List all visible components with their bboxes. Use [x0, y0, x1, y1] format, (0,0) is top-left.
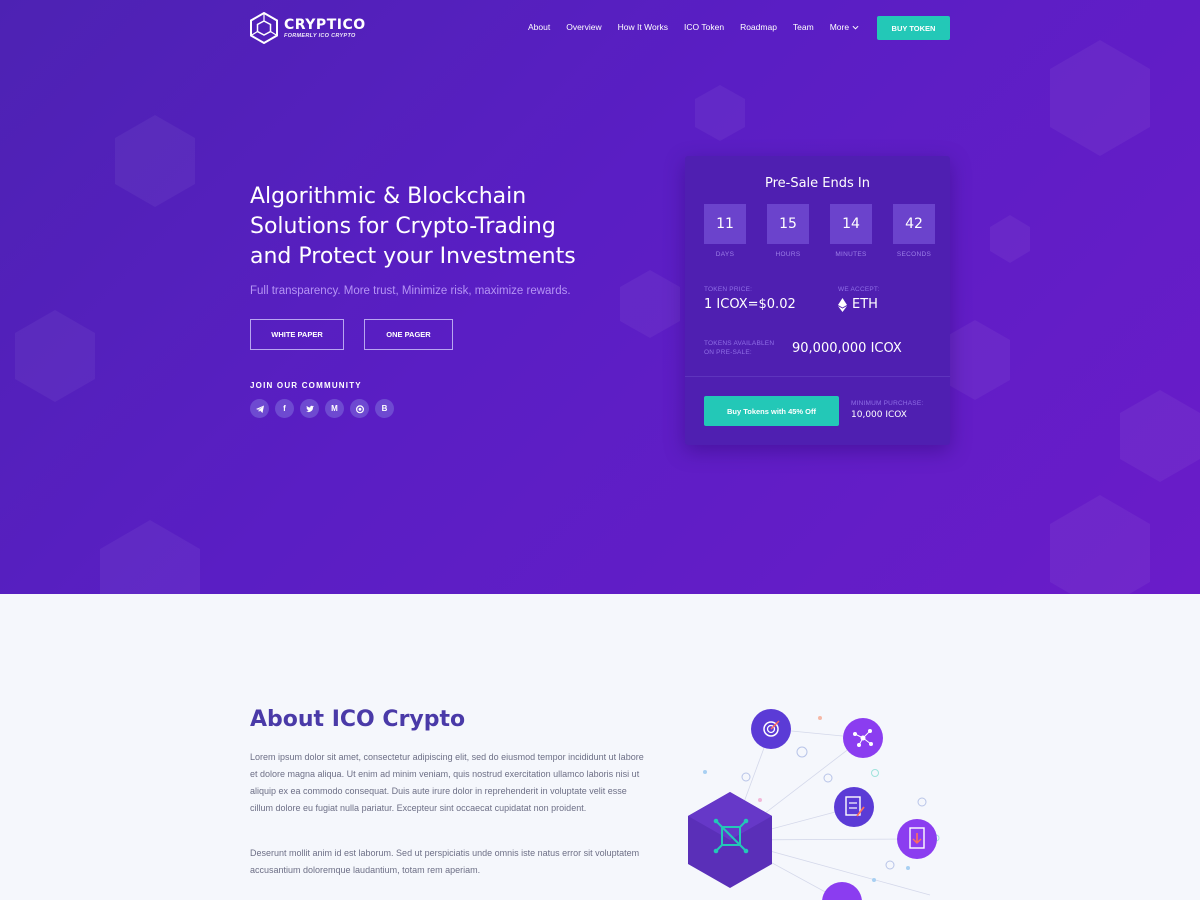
facebook-icon[interactable]: f: [275, 399, 294, 418]
medium-icon[interactable]: M: [325, 399, 344, 418]
we-accept-value: ETH: [838, 297, 878, 312]
github-icon[interactable]: [350, 399, 369, 418]
nav-about[interactable]: About: [520, 22, 558, 32]
twitter-icon[interactable]: [300, 399, 319, 418]
chevron-down-icon: [852, 25, 859, 30]
main-nav: About Overview How It Works ICO Token Ro…: [520, 22, 867, 32]
minimum-purchase-value: 10,000 ICOX: [851, 410, 907, 420]
headline-line-1: Algorithmic & Blockchain: [250, 184, 527, 209]
headline-line-3: and Protect your Investments: [250, 244, 576, 269]
logo-title: CRYPTICO: [284, 17, 366, 33]
countdown-hours: 15: [767, 204, 809, 244]
presale-card: Pre-Sale Ends In 11 DAYS 15 HOURS 14 MIN…: [685, 156, 950, 445]
countdown-minutes: 14: [830, 204, 872, 244]
logo-subtitle: FORMERLY ICO CRYPTO: [284, 33, 356, 39]
tokens-available-label: TOKENS AVAILABLEN ON PRE-SALE:: [704, 339, 774, 357]
we-accept-label: WE ACCEPT:: [838, 286, 880, 293]
countdown-minutes-label: MINUTES: [835, 251, 867, 258]
nav-more-label: More: [829, 22, 850, 32]
nav-overview[interactable]: Overview: [558, 22, 609, 32]
nav-ico-token[interactable]: ICO Token: [676, 22, 732, 32]
bitcoin-icon[interactable]: B: [375, 399, 394, 418]
minimum-purchase-label: MINIMUM PURCHASE:: [851, 400, 924, 407]
buy-token-button[interactable]: BUY TOKEN: [877, 16, 950, 40]
hero-section: CRYPTICO FORMERLY ICO CRYPTO About Overv…: [0, 0, 1200, 594]
ethereum-icon: [838, 297, 847, 312]
countdown-days-label: DAYS: [715, 251, 735, 258]
about-paragraph-2: Deserunt mollit anim id est laborum. Sed…: [250, 848, 640, 875]
hexagon-background: [15, 40, 1200, 594]
logo-hexagon-icon: [250, 12, 278, 44]
community-label: JOIN OUR COMMUNITY: [250, 381, 362, 390]
countdown-seconds-label: SECONDS: [896, 251, 932, 258]
logo[interactable]: CRYPTICO FORMERLY ICO CRYPTO: [250, 12, 366, 44]
hero-subline: Full transparency. More trust, Minimize …: [250, 285, 571, 297]
telegram-icon[interactable]: [250, 399, 269, 418]
about-paragraph-1: Lorem ipsum dolor sit amet, consectetur …: [250, 752, 644, 813]
countdown-days: 11: [704, 204, 746, 244]
nav-team[interactable]: Team: [785, 22, 822, 32]
token-price-value: 1 ICOX=$0.02: [704, 297, 796, 312]
one-pager-button[interactable]: ONE PAGER: [364, 319, 453, 350]
blockchain-network-illustration: [688, 709, 940, 900]
nav-more[interactable]: More: [822, 22, 867, 32]
presale-title: Pre-Sale Ends In: [764, 176, 870, 191]
token-price-label: TOKEN PRICE:: [704, 286, 753, 293]
nav-roadmap[interactable]: Roadmap: [732, 22, 785, 32]
about-title: About ICO Crypto: [250, 707, 466, 732]
headline-line-2: Solutions for Crypto-Trading: [250, 214, 556, 239]
social-links: f M B: [250, 399, 394, 418]
card-divider: [685, 376, 950, 377]
countdown-seconds: 42: [893, 204, 935, 244]
accept-currency: ETH: [852, 297, 878, 312]
hero-headline: Algorithmic & Blockchain Solutions for C…: [250, 182, 610, 272]
countdown-hours-label: HOURS: [775, 251, 801, 258]
tokens-available-label-line-1: TOKENS AVAILABLEN: [704, 340, 775, 347]
white-paper-button[interactable]: WHITE PAPER: [250, 319, 344, 350]
nav-how-it-works[interactable]: How It Works: [610, 22, 676, 32]
tokens-available-value: 90,000,000 ICOX: [792, 341, 902, 356]
buy-tokens-discount-button[interactable]: Buy Tokens with 45% Off: [704, 396, 839, 426]
tokens-available-label-line-2: ON PRE-SALE:: [704, 349, 752, 356]
